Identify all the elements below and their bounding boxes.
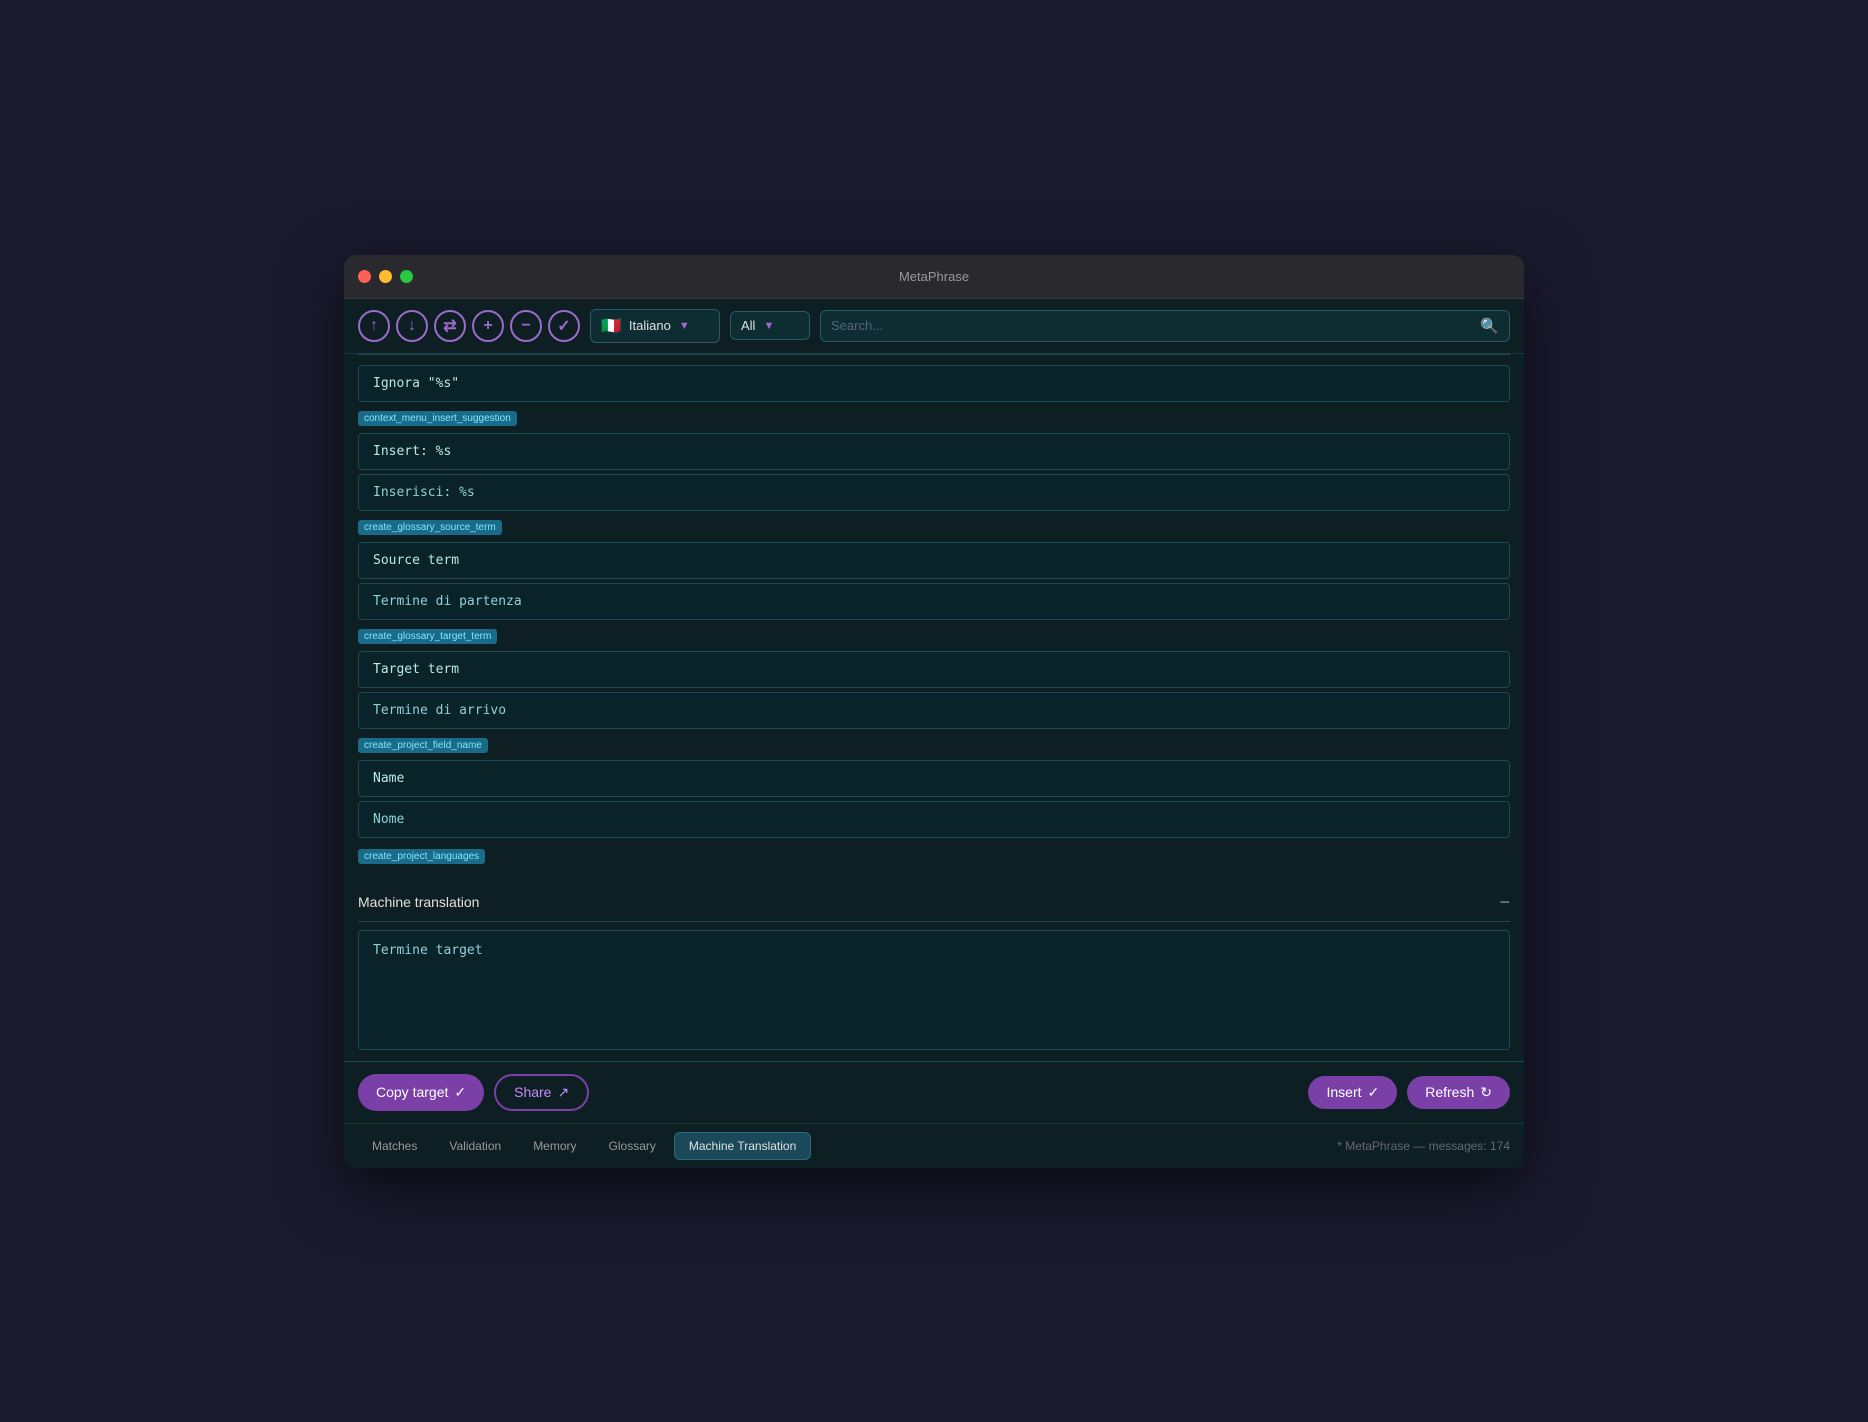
refresh-label: Refresh bbox=[1425, 1084, 1474, 1100]
tab-memory[interactable]: Memory bbox=[519, 1132, 590, 1160]
tab-matches[interactable]: Matches bbox=[358, 1132, 431, 1160]
copy-target-icon: ✓ bbox=[454, 1084, 466, 1101]
row-source-text: Insert: %s bbox=[373, 444, 451, 459]
insert-button[interactable]: Insert ✓ bbox=[1308, 1076, 1397, 1109]
search-input[interactable] bbox=[831, 318, 1480, 333]
translation-row-target: Termine di partenza bbox=[358, 583, 1510, 620]
copy-target-button[interactable]: Copy target ✓ bbox=[358, 1074, 484, 1111]
language-dropdown[interactable]: 🇮🇹 Italiano ▼ bbox=[590, 309, 720, 343]
row-source-text: Source term bbox=[373, 553, 459, 568]
tabs: Matches Validation Memory Glossary Machi… bbox=[358, 1132, 811, 1160]
key-label-partial: create_project_languages bbox=[358, 849, 485, 864]
share-button[interactable]: Share ↗ bbox=[494, 1074, 589, 1111]
content-area: Ignora "%s" context_menu_insert_suggesti… bbox=[344, 355, 1524, 878]
row-target-text: Termine di partenza bbox=[373, 594, 522, 609]
chevron-down-icon: ▼ bbox=[679, 320, 690, 332]
translation-row-source: Target term bbox=[358, 651, 1510, 688]
tab-validation[interactable]: Validation bbox=[435, 1132, 515, 1160]
remove-button[interactable]: − bbox=[510, 310, 542, 342]
window-title: MetaPhrase bbox=[899, 269, 969, 284]
toolbar: ↑ ↓ ⇄ + − ✓ 🇮🇹 Italiano ▼ All ▼ 🔍 bbox=[344, 299, 1524, 354]
toolbar-icons: ↑ ↓ ⇄ + − ✓ bbox=[358, 310, 580, 342]
key-label: context_menu_insert_suggestion bbox=[358, 411, 517, 426]
share-label: Share bbox=[514, 1084, 551, 1100]
translation-row-source: Name bbox=[358, 760, 1510, 797]
translation-row-target: Inserisci: %s bbox=[358, 474, 1510, 511]
titlebar: MetaPhrase bbox=[344, 255, 1524, 299]
refresh-icon: ↻ bbox=[1480, 1084, 1492, 1101]
chevron-down-icon: ▼ bbox=[763, 320, 774, 332]
mt-collapse-button[interactable]: − bbox=[1499, 892, 1510, 913]
row-source-text: Ignora "%s" bbox=[373, 376, 459, 391]
confirm-button[interactable]: ✓ bbox=[548, 310, 580, 342]
translation-row-source: Insert: %s bbox=[358, 433, 1510, 470]
flag-icon: 🇮🇹 bbox=[601, 316, 621, 336]
filter-dropdown[interactable]: All ▼ bbox=[730, 311, 810, 340]
tab-machine-translation[interactable]: Machine Translation bbox=[674, 1132, 811, 1160]
search-icon[interactable]: 🔍 bbox=[1480, 317, 1499, 335]
close-button[interactable] bbox=[358, 270, 371, 283]
download-button[interactable]: ↓ bbox=[396, 310, 428, 342]
translation-group: create_project_field_name Name Nome bbox=[358, 735, 1510, 838]
insert-icon: ✓ bbox=[1368, 1084, 1380, 1101]
key-label: create_project_field_name bbox=[358, 738, 488, 753]
translation-group: create_glossary_source_term Source term … bbox=[358, 517, 1510, 620]
row-source-text: Target term bbox=[373, 662, 459, 677]
translation-row-target: Nome bbox=[358, 801, 1510, 838]
tab-glossary[interactable]: Glossary bbox=[595, 1132, 670, 1160]
translation-row: Ignora "%s" bbox=[358, 365, 1510, 402]
window-controls bbox=[358, 270, 413, 283]
filter-label: All bbox=[741, 318, 755, 333]
app-window: MetaPhrase ↑ ↓ ⇄ + − ✓ 🇮🇹 Italiano ▼ All… bbox=[344, 255, 1524, 1168]
row-target-text: Inserisci: %s bbox=[373, 485, 475, 500]
swap-button[interactable]: ⇄ bbox=[434, 310, 466, 342]
translation-group: create_glossary_target_term Target term … bbox=[358, 626, 1510, 729]
action-left: Copy target ✓ Share ↗ bbox=[358, 1074, 589, 1111]
action-bar: Copy target ✓ Share ↗ Insert ✓ Refresh ↻ bbox=[344, 1061, 1524, 1123]
search-bar: 🔍 bbox=[820, 310, 1510, 342]
translation-group: context_menu_insert_suggestion Insert: %… bbox=[358, 408, 1510, 511]
translation-row-target: Termine di arrivo bbox=[358, 692, 1510, 729]
row-source-text: Name bbox=[373, 771, 404, 786]
maximize-button[interactable] bbox=[400, 270, 413, 283]
key-label: create_glossary_target_term bbox=[358, 629, 497, 644]
action-right: Insert ✓ Refresh ↻ bbox=[1308, 1076, 1510, 1109]
key-label: create_glossary_source_term bbox=[358, 520, 502, 535]
translation-row-source: Source term bbox=[358, 542, 1510, 579]
language-label: Italiano bbox=[629, 318, 671, 333]
machine-translation-section: Machine translation − Termine target bbox=[344, 878, 1524, 1061]
share-icon: ↗ bbox=[557, 1084, 569, 1101]
row-target-text: Nome bbox=[373, 812, 404, 827]
add-button[interactable]: + bbox=[472, 310, 504, 342]
status-text: * MetaPhrase — messages: 174 bbox=[1337, 1139, 1510, 1153]
tab-bar: Matches Validation Memory Glossary Machi… bbox=[344, 1123, 1524, 1168]
upload-button[interactable]: ↑ bbox=[358, 310, 390, 342]
copy-target-label: Copy target bbox=[376, 1084, 448, 1100]
row-target-text: Termine di arrivo bbox=[373, 703, 506, 718]
minimize-button[interactable] bbox=[379, 270, 392, 283]
mt-header: Machine translation − bbox=[358, 884, 1510, 922]
mt-title: Machine translation bbox=[358, 894, 479, 910]
insert-label: Insert bbox=[1326, 1084, 1361, 1100]
mt-textarea[interactable]: Termine target bbox=[358, 930, 1510, 1050]
refresh-button[interactable]: Refresh ↻ bbox=[1407, 1076, 1510, 1109]
